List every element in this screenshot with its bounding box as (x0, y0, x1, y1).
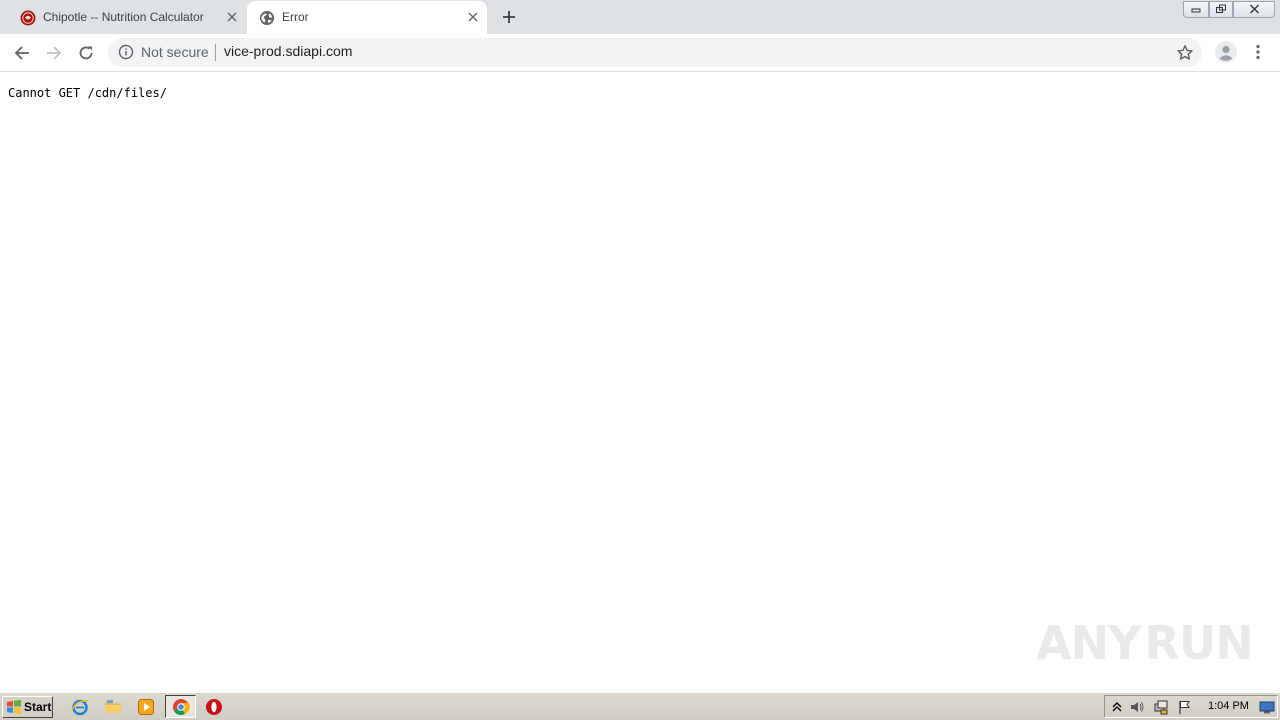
chrome-taskbar-button[interactable] (165, 695, 196, 718)
omnibox[interactable]: Not secure vice-prod.sdiapi.com (108, 38, 1202, 67)
back-button[interactable] (11, 42, 33, 64)
kebab-menu-icon (1256, 44, 1260, 60)
tab-title: Error (282, 10, 309, 24)
minimize-icon (1191, 8, 1201, 13)
forward-button[interactable] (43, 42, 65, 64)
address-input[interactable]: vice-prod.sdiapi.com (224, 43, 1024, 59)
browser-menu-button[interactable] (1248, 42, 1268, 62)
minimize-button[interactable] (1183, 0, 1209, 18)
anyrun-watermark: ANY RUN (1036, 610, 1254, 676)
page-content: Cannot GET /cdn/files/ ANY RUN (0, 72, 1280, 692)
start-button[interactable]: Start (2, 696, 53, 718)
file-explorer-icon[interactable] (104, 698, 122, 716)
reload-button[interactable] (75, 42, 97, 64)
globe-icon (260, 11, 274, 25)
media-player-icon[interactable] (137, 698, 155, 716)
volume-icon[interactable] (1129, 699, 1145, 715)
plus-icon (503, 11, 515, 23)
watermark-text-right: RUN (1144, 616, 1253, 670)
windows-taskbar: Start (0, 692, 1280, 720)
restore-icon (1216, 4, 1226, 13)
chrome-icon (173, 699, 190, 715)
bookmark-star-icon[interactable] (1176, 44, 1194, 62)
tab-title: Chipotle -- Nutrition Calculator (43, 10, 204, 24)
action-center-flag-icon[interactable] (1177, 699, 1193, 715)
arrow-right-icon (47, 46, 62, 60)
show-desktop-icon[interactable] (1259, 699, 1275, 715)
system-tray (1104, 695, 1278, 718)
profile-avatar-icon[interactable] (1214, 40, 1238, 64)
close-tab-icon[interactable] (465, 9, 481, 25)
new-tab-button[interactable] (498, 6, 520, 28)
window-close-button[interactable] (1233, 0, 1275, 18)
windows-logo-icon (7, 699, 21, 715)
close-tab-icon[interactable] (224, 9, 240, 25)
network-icon[interactable] (1153, 699, 1169, 715)
restore-button[interactable] (1209, 0, 1233, 18)
tab-error[interactable]: Error (247, 1, 487, 34)
omnibox-separator (215, 44, 216, 61)
reload-icon (79, 46, 93, 60)
watermark-text-left: ANY (1036, 616, 1141, 670)
internet-explorer-icon[interactable] (71, 698, 89, 716)
chipotle-logo-icon (20, 10, 36, 26)
tab-strip: Chipotle -- Nutrition Calculator Error (0, 0, 1280, 34)
start-label: Start (24, 700, 52, 714)
arrow-left-icon (14, 46, 29, 60)
opera-icon[interactable] (205, 698, 223, 716)
close-icon (1249, 4, 1259, 14)
security-status-label[interactable]: Not secure (141, 44, 209, 60)
info-icon[interactable] (118, 44, 134, 60)
error-message: Cannot GET /cdn/files/ (8, 86, 167, 100)
taskbar-clock[interactable]: 1:04 PM (1208, 700, 1249, 712)
show-hidden-icons-icon[interactable] (1109, 699, 1125, 715)
tab-chipotle[interactable]: Chipotle -- Nutrition Calculator (8, 1, 246, 34)
browser-toolbar: Not secure vice-prod.sdiapi.com (0, 34, 1280, 72)
